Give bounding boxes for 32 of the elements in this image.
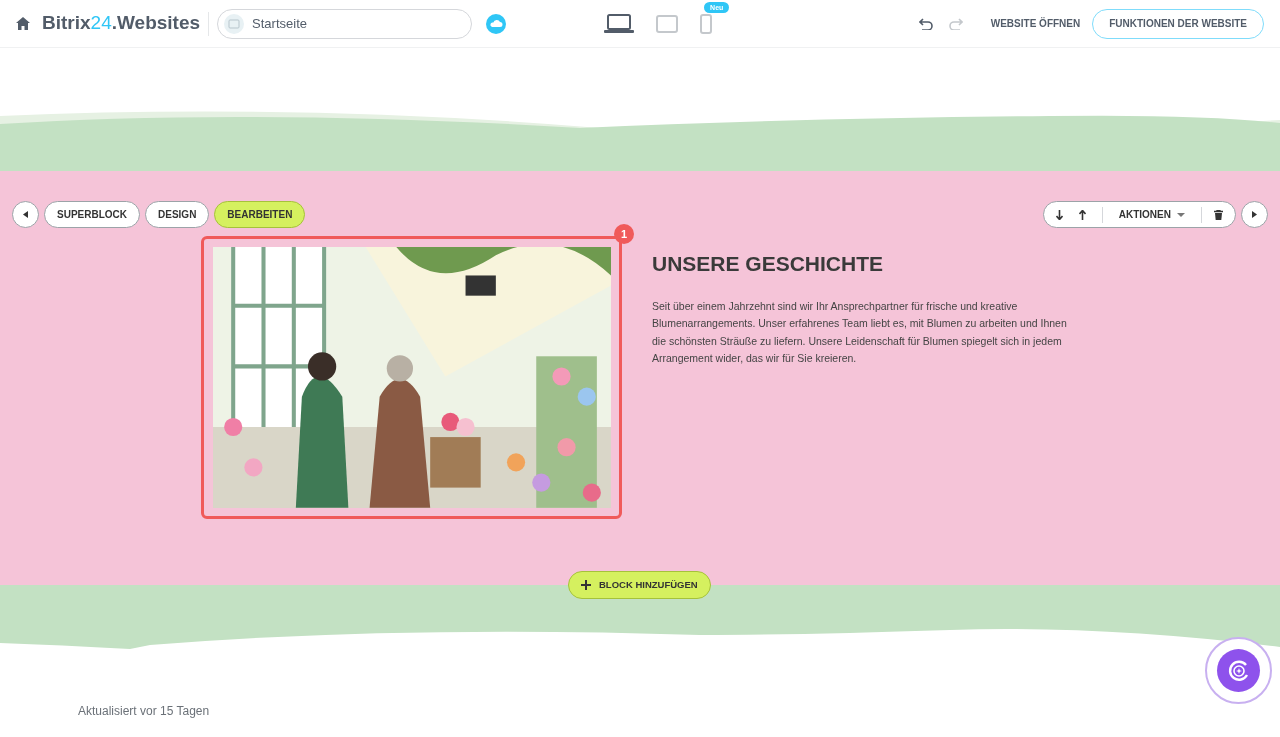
ai-assistant-button[interactable]: [1217, 649, 1260, 692]
logo[interactable]: Bitrix24.Websites: [42, 9, 201, 38]
toolbar-tab[interactable]: DESIGN: [145, 201, 210, 228]
caret-icon: [1177, 212, 1185, 217]
left-triangle-icon: [23, 211, 28, 218]
right-triangle-icon: [1252, 211, 1257, 218]
tablet-icon: [656, 14, 679, 33]
home-icon[interactable]: [16, 17, 30, 30]
arrow-up-icon[interactable]: [1078, 209, 1086, 220]
phone-icon: [700, 13, 713, 34]
update-status: Aktualisiert vor 15 Tagen: [78, 703, 211, 720]
sparkle-icon: [1227, 659, 1250, 682]
selection-badge: 1: [614, 224, 634, 244]
next-button[interactable]: [1241, 201, 1268, 228]
section-paragraph: Seit über einem Jahrzehnt sind wir Ihr Ansprechpartner für frische und kreative Blumenarrangements. Unser erfahrenes Team liebt es, mit Blumen zu arbeiten und Ihnen die schönsten Sträuße zu liefern. Unsere Leidenschaft für Blumen spiegelt sich in jedem Arrangement wider, das wir für Sie kreieren.: [652, 298, 1068, 366]
device-toggle[interactable]: [604, 13, 635, 34]
section-heading: UNSERE GESCHICHTE: [652, 251, 885, 277]
page-name: Startseite: [252, 14, 307, 33]
toolbar-tab[interactable]: SUPERBLOCK: [44, 201, 140, 228]
arrow-down-icon[interactable]: [1055, 209, 1063, 220]
trash-icon[interactable]: [1214, 209, 1223, 220]
add-block-button[interactable]: BLOCK HINZUFÜGEN: [568, 571, 711, 599]
toolbar-tab[interactable]: BEARBEITEN: [214, 201, 306, 228]
undo-icon[interactable]: [918, 17, 933, 30]
previous-button[interactable]: [12, 201, 39, 228]
device-toggle[interactable]: [700, 13, 713, 34]
image-icon: [224, 13, 245, 34]
actions-dropdown[interactable]: AKTIONEN: [1110, 207, 1193, 222]
laptop-icon: [604, 13, 635, 34]
device-toggle[interactable]: [656, 14, 679, 33]
plus-icon: [581, 580, 591, 590]
open-website-link[interactable]: WEBSITE ÖFFNEN: [990, 16, 1081, 31]
